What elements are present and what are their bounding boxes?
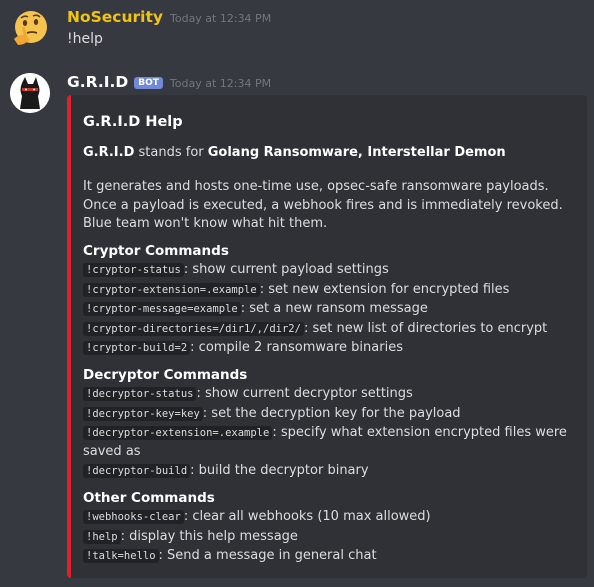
embed-body: G.R.I.D Help G.R.I.D stands for Golang R… — [83, 113, 578, 574]
ninja-cat-icon — [10, 73, 50, 113]
command-code: !help — [83, 529, 121, 544]
bot-username[interactable]: G.R.I.D — [67, 73, 128, 91]
command-item: !decryptor-build: build the decryptor bi… — [83, 462, 578, 481]
section-title: Cryptor Commands — [83, 242, 229, 259]
command-code: !cryptor-build=2 — [83, 341, 191, 355]
command-item: !talk=hello: Send a message in general c… — [83, 547, 578, 566]
username[interactable]: NoSecurity — [67, 8, 163, 26]
bot-tag: BOT — [134, 77, 163, 89]
command-code: !decryptor-status — [83, 387, 197, 401]
bot-avatar[interactable] — [10, 73, 50, 113]
message-content: !help — [67, 31, 103, 47]
command-item: !cryptor-extension=.example: set new ext… — [83, 281, 578, 300]
embed-description: It generates and hosts one-time use, ops… — [83, 179, 563, 231]
command-code: !cryptor-message=example — [83, 302, 241, 316]
command-desc: : show current decryptor settings — [196, 386, 413, 401]
command-item: !cryptor-status: show current payload se… — [83, 261, 578, 280]
command-desc: : clear all webhooks (10 max allowed) — [183, 509, 431, 524]
section-cryptor: Cryptor Commands !cryptor-status: show c… — [83, 242, 578, 358]
acronym-expansion: Golang Ransomware, Interstellar Demon — [207, 144, 506, 160]
command-item: !decryptor-key=key: set the decryption k… — [83, 405, 578, 424]
acronym-line: G.R.I.D stands for Golang Ransomware, In… — [83, 144, 578, 163]
command-item: !decryptor-extension=.example: specify w… — [83, 424, 578, 461]
thinking-face-avatar[interactable] — [10, 9, 50, 49]
message-header: G.R.I.D BOT Today at 12:34 PM — [67, 73, 271, 91]
command-item: !cryptor-message=example: set a new rans… — [83, 300, 578, 319]
timestamp: Today at 12:34 PM — [170, 12, 272, 25]
section-decryptor: Decryptor Commands !decryptor-status: sh… — [83, 366, 578, 481]
section-other: Other Commands !webhooks-clear: clear al… — [83, 489, 578, 566]
command-code: !decryptor-build — [83, 464, 191, 478]
command-item: !webhooks-clear: clear all webhooks (10 … — [83, 508, 578, 527]
timestamp: Today at 12:34 PM — [169, 77, 272, 90]
command-desc: : set the decryption key for the payload — [202, 405, 461, 421]
command-item: !cryptor-directories=/dir1/,/dir2/: set … — [83, 320, 578, 339]
help-embed: G.R.I.D Help G.R.I.D stands for Golang R… — [67, 95, 587, 578]
section-title: Other Commands — [83, 489, 215, 506]
acronym-name: G.R.I.D — [83, 144, 135, 160]
embed-accent-bar — [67, 95, 71, 578]
command-code: !decryptor-extension=.example — [83, 426, 273, 440]
command-code: !webhooks-clear — [83, 510, 184, 524]
command-desc: : build the decryptor binary — [190, 463, 369, 478]
command-desc: : Send a message in general chat — [158, 548, 377, 563]
command-code: !decryptor-key=key — [83, 406, 203, 421]
message-header: NoSecurity Today at 12:34 PM — [67, 8, 271, 26]
command-item: !help: display this help message — [83, 528, 578, 547]
command-item: !cryptor-build=2: compile 2 ransomware b… — [83, 339, 578, 358]
command-code: !cryptor-directories=/dir1/,/dir2/ — [83, 321, 304, 336]
thinking-face-icon — [14, 11, 47, 45]
command-desc: : display this help message — [120, 528, 298, 544]
command-desc: : compile 2 ransomware binaries — [190, 340, 403, 355]
command-desc: : set a new ransom message — [240, 301, 428, 316]
section-title: Decryptor Commands — [83, 366, 248, 383]
command-code: !cryptor-extension=.example — [83, 282, 260, 297]
embed-title: G.R.I.D Help — [83, 114, 183, 130]
acronym-mid: stands for — [134, 144, 208, 160]
command-code: !cryptor-status — [83, 263, 184, 277]
command-desc: : set new extension for encrypted files — [259, 281, 510, 297]
command-code: !talk=hello — [83, 549, 159, 563]
command-item: !decryptor-status: show current decrypto… — [83, 385, 578, 404]
command-desc: : show current payload settings — [183, 262, 389, 277]
command-desc: : set new list of directories to encrypt — [303, 320, 548, 336]
